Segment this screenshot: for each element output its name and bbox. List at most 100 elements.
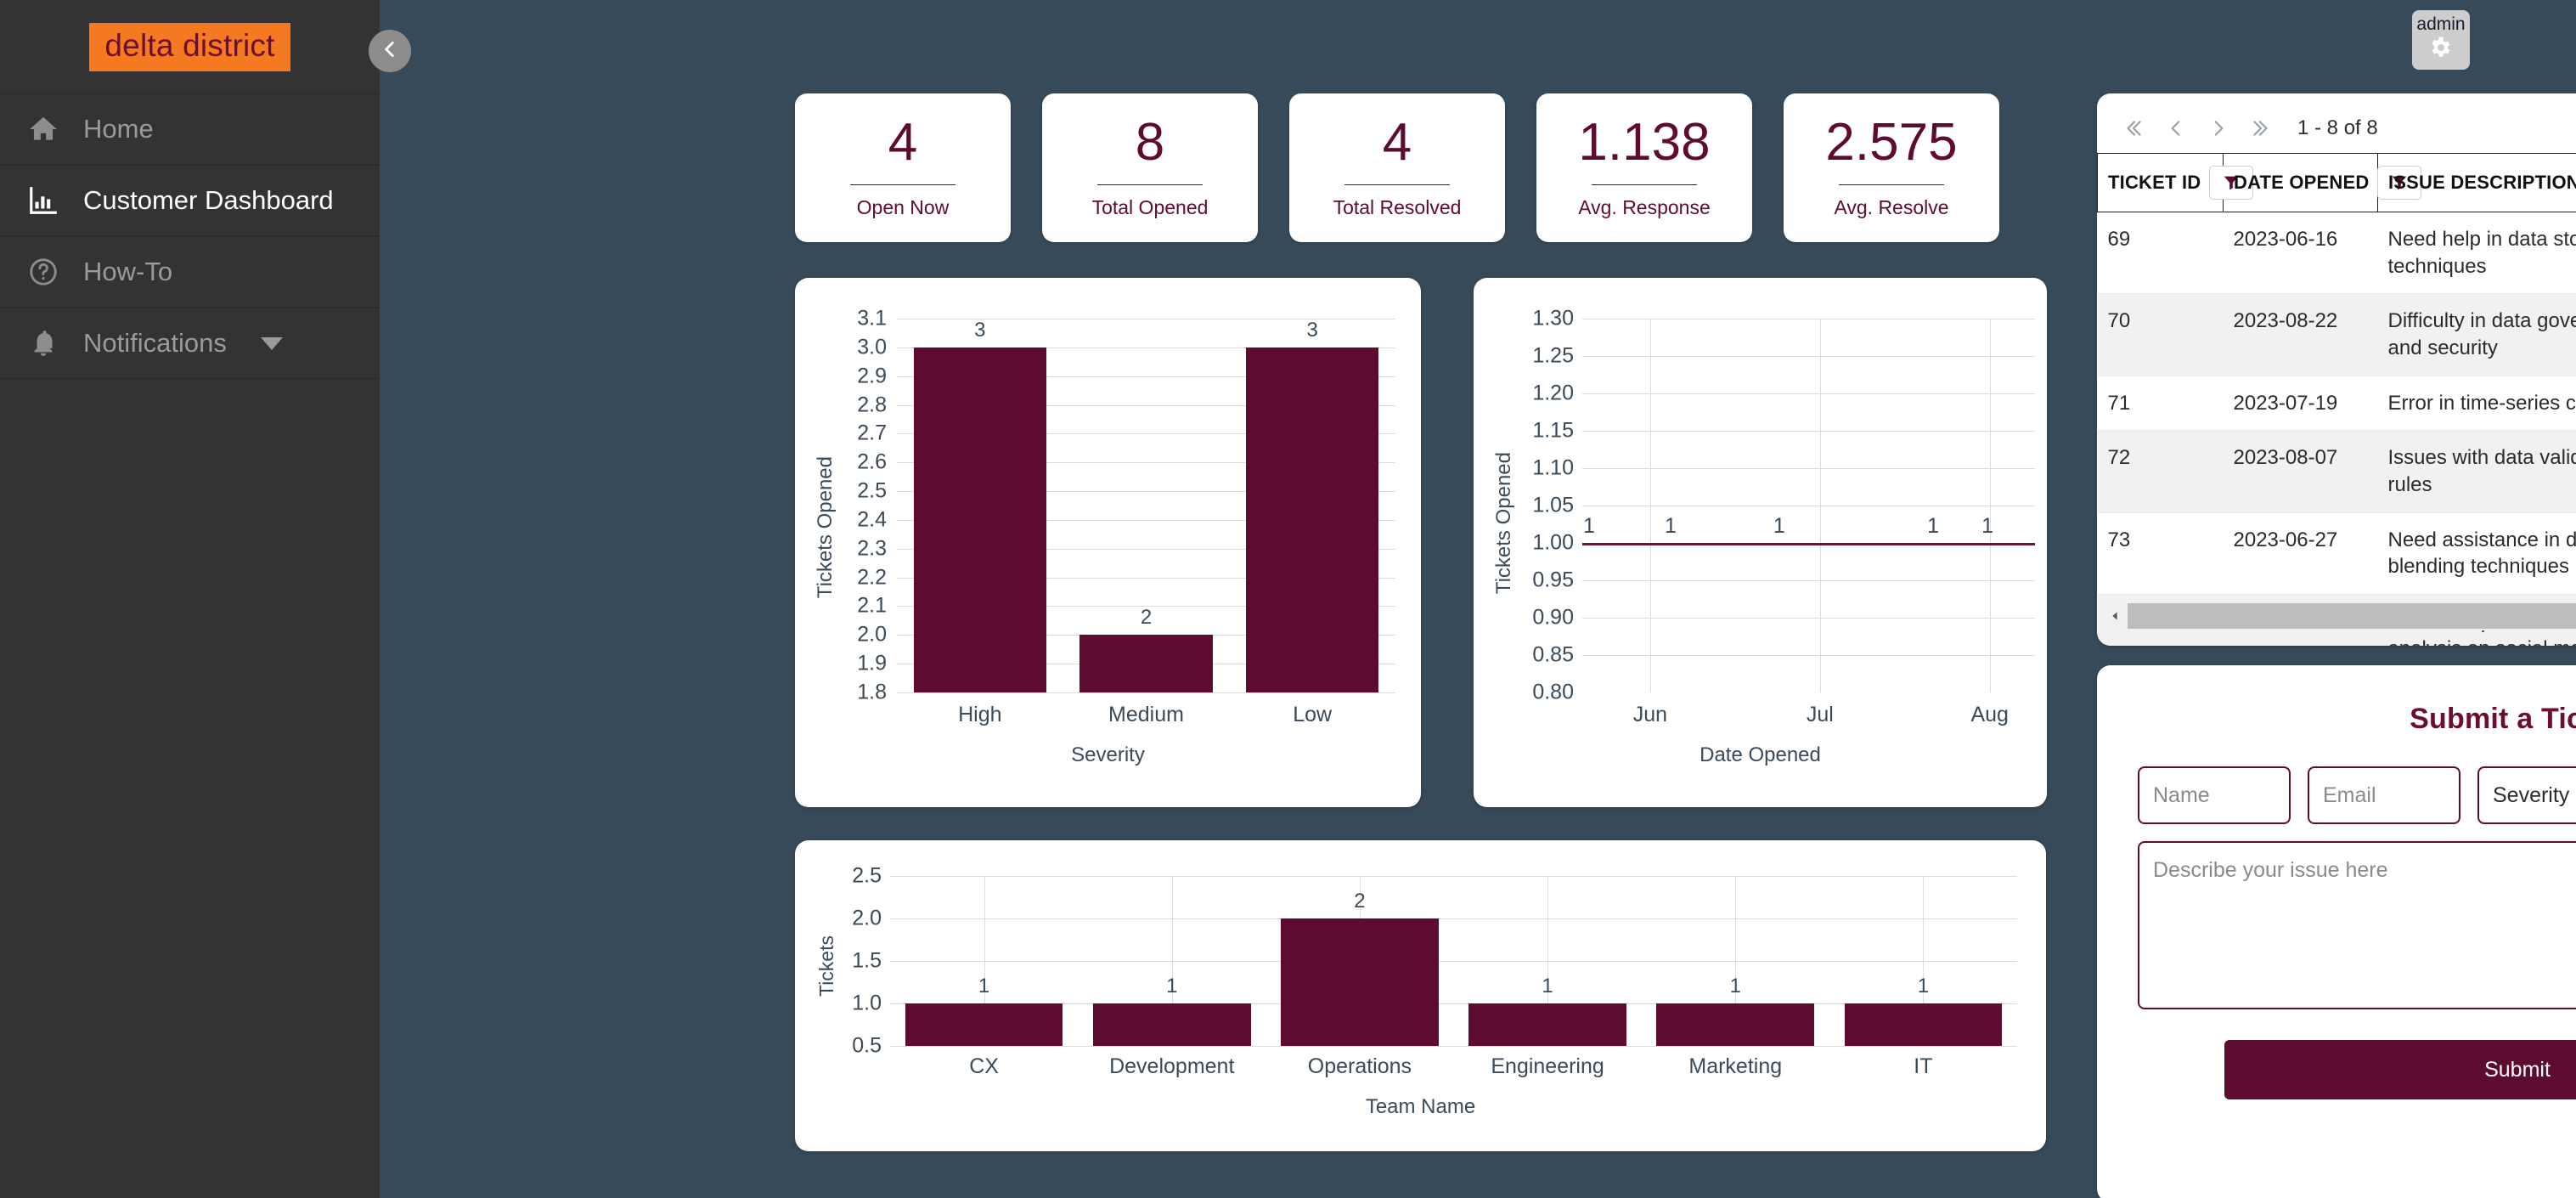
plot-area: 1 1 2 1 1 1: [890, 876, 2017, 1047]
gridline: [890, 1046, 2017, 1047]
issue-description-placeholder: Describe your issue here: [2153, 858, 2388, 882]
chart-tickets-by-team: Tickets 2.5 2.0 1.5 1.0 0.5 112111 CX Develop…: [795, 840, 2046, 1151]
bar-value-label: 1: [1166, 975, 1178, 997]
y-tick: 1.10: [1532, 455, 1574, 480]
y-tick: 2.0: [852, 906, 882, 930]
y-tick: 1.8: [857, 680, 887, 704]
x-axis-label: Date Opened: [1699, 743, 1821, 766]
point-value-label: 1: [1664, 514, 1677, 538]
cell-issue-description: Error in time-series clustering: [2377, 376, 2576, 432]
scroll-left-icon[interactable]: [2102, 602, 2128, 630]
y-tick: 1.05: [1532, 493, 1574, 517]
cell-ticket-id: 69: [2097, 212, 2224, 295]
cell-date-opened: 2023-06-27: [2223, 512, 2378, 596]
pager-next-button[interactable]: [2197, 112, 2240, 144]
submit-ticket-card: Submit a Ticket Name Email Severity Team…: [2097, 665, 2576, 1198]
y-axis-ticks: 2.5 2.0 1.5 1.0 0.5: [834, 864, 882, 1058]
kpi-divider: [1097, 184, 1203, 185]
x-tick: IT: [1914, 1054, 1933, 1078]
name-field[interactable]: Name: [2138, 766, 2291, 824]
brand-logo[interactable]: delta district: [89, 22, 290, 71]
x-tick: Jul: [1806, 703, 1834, 726]
bar-value-label: 1: [1917, 975, 1930, 997]
y-tick: 2.7: [857, 421, 887, 445]
gridline: [890, 918, 2017, 919]
form-title: Submit a Ticket: [2410, 703, 2576, 735]
vertical-gridline: [1649, 319, 1651, 692]
kpi-label: Avg. Response: [1578, 196, 1711, 218]
admin-label: admin: [2416, 14, 2466, 34]
vertical-gridline: [1819, 319, 1821, 692]
pager-info: 1 - 8 of 8: [2297, 116, 2378, 139]
x-tick: Marketing: [1688, 1054, 1783, 1078]
column-header-ticket-id[interactable]: TICKET ID: [2097, 153, 2254, 212]
tickets-table-card: 1 - 8 of 8 TICKET ID DATE OPENED ISSUE D…: [2097, 93, 2576, 646]
pager-first-button[interactable]: [2112, 112, 2155, 144]
kpi-divider: [1839, 184, 1944, 185]
point-value-label: 1: [1981, 514, 1993, 538]
table-row[interactable]: 702023-08-22Difficulty in data governanc…: [2097, 293, 2576, 376]
y-tick: 2.2: [857, 565, 887, 590]
kpi-value: 8: [1135, 113, 1165, 172]
y-tick: 3.1: [857, 306, 887, 331]
bar: [1079, 635, 1213, 692]
table-horizontal-scrollbar[interactable]: [2102, 602, 2576, 630]
kpi-card-avg-resolve: 2.575 Avg. Resolve: [1784, 93, 1999, 242]
y-axis-ticks: 1.30 1.25 1.20 1.15 1.10 1.05 1.00 0.95 0.90 0.85…: [1508, 307, 1574, 704]
severity-select-value: Severity: [2493, 783, 2570, 807]
x-tick: Aug: [1970, 703, 2009, 726]
scrollbar-track[interactable]: [2128, 602, 2576, 630]
y-tick: 0.5: [852, 1033, 882, 1058]
y-tick: 2.0: [857, 622, 887, 647]
cell-issue-description: Need assistance in data blending techniq…: [2377, 512, 2576, 596]
y-tick: 2.1: [857, 593, 887, 618]
sidebar-collapse-button[interactable]: [369, 30, 411, 72]
bar: [1656, 1003, 1815, 1046]
sidebar-item-home[interactable]: Home: [0, 93, 380, 165]
y-tick: 0.90: [1532, 605, 1574, 630]
column-label: DATE OPENED: [2234, 172, 2370, 193]
table-row[interactable]: 712023-07-19Error in time-series cluster…: [2097, 376, 2576, 432]
table-row[interactable]: 732023-06-27Need assistance in data blen…: [2097, 512, 2576, 596]
sidebar-item-customer-dashboard[interactable]: Customer Dashboard: [0, 165, 380, 236]
sidebar-item-how-to[interactable]: How-To: [0, 236, 380, 308]
bar: [1468, 1003, 1626, 1046]
pager-last-button[interactable]: [2240, 112, 2282, 144]
cell-date-opened: 2023-08-22: [2223, 293, 2378, 376]
y-tick: 2.9: [857, 364, 887, 388]
column-header-date-opened[interactable]: DATE OPENED: [2223, 153, 2422, 212]
table-row[interactable]: 692023-06-16Need help in data storytelli…: [2097, 212, 2576, 295]
y-tick: 2.5: [852, 863, 882, 888]
sidebar-item-notifications[interactable]: Notifications: [0, 308, 380, 379]
y-tick: 2.6: [857, 449, 887, 474]
y-tick: 0.95: [1532, 568, 1574, 592]
sidebar-item-label: Notifications: [83, 328, 227, 358]
gridline: [890, 961, 2017, 962]
x-tick: Medium: [1108, 703, 1184, 726]
y-tick: 1.20: [1532, 381, 1574, 405]
y-tick: 1.0: [852, 991, 882, 1015]
table-scroll-region: TICKET ID DATE OPENED ISSUE DESCRIPTION …: [2097, 153, 2576, 646]
x-tick: Development: [1109, 1054, 1235, 1078]
point-value-label: 1: [1583, 514, 1595, 538]
cell-ticket-id: 70: [2097, 293, 2224, 376]
submit-button[interactable]: Submit: [2224, 1040, 2576, 1099]
table-row[interactable]: 722023-08-07Issues with data validation …: [2097, 430, 2576, 513]
chevron-down-icon: [260, 336, 283, 350]
y-tick: 1.5: [852, 948, 882, 973]
column-header-issue-description[interactable]: ISSUE DESCRIPTION: [2377, 153, 2576, 212]
pager-prev-button[interactable]: [2155, 112, 2197, 144]
bar-value-label: 2: [1140, 606, 1153, 630]
severity-select[interactable]: Severity: [2477, 766, 2576, 824]
email-field[interactable]: Email: [2308, 766, 2460, 824]
form-row-inputs: Name Email Severity Team Nai: [2138, 766, 2576, 824]
scrollbar-thumb[interactable]: [2128, 603, 2576, 629]
y-tick: 1.25: [1532, 343, 1574, 368]
bar-value-label: 1: [1729, 975, 1741, 997]
cell-date-opened: 2023-07-19: [2223, 376, 2378, 432]
admin-button[interactable]: admin: [2412, 10, 2470, 70]
kpi-card-total-opened: 8 Total Opened: [1042, 93, 1258, 242]
y-tick: 1.9: [857, 651, 887, 675]
issue-description-textarea[interactable]: Describe your issue here ⟋⟋: [2138, 841, 2576, 1009]
bar-value-label: 3: [974, 318, 986, 342]
